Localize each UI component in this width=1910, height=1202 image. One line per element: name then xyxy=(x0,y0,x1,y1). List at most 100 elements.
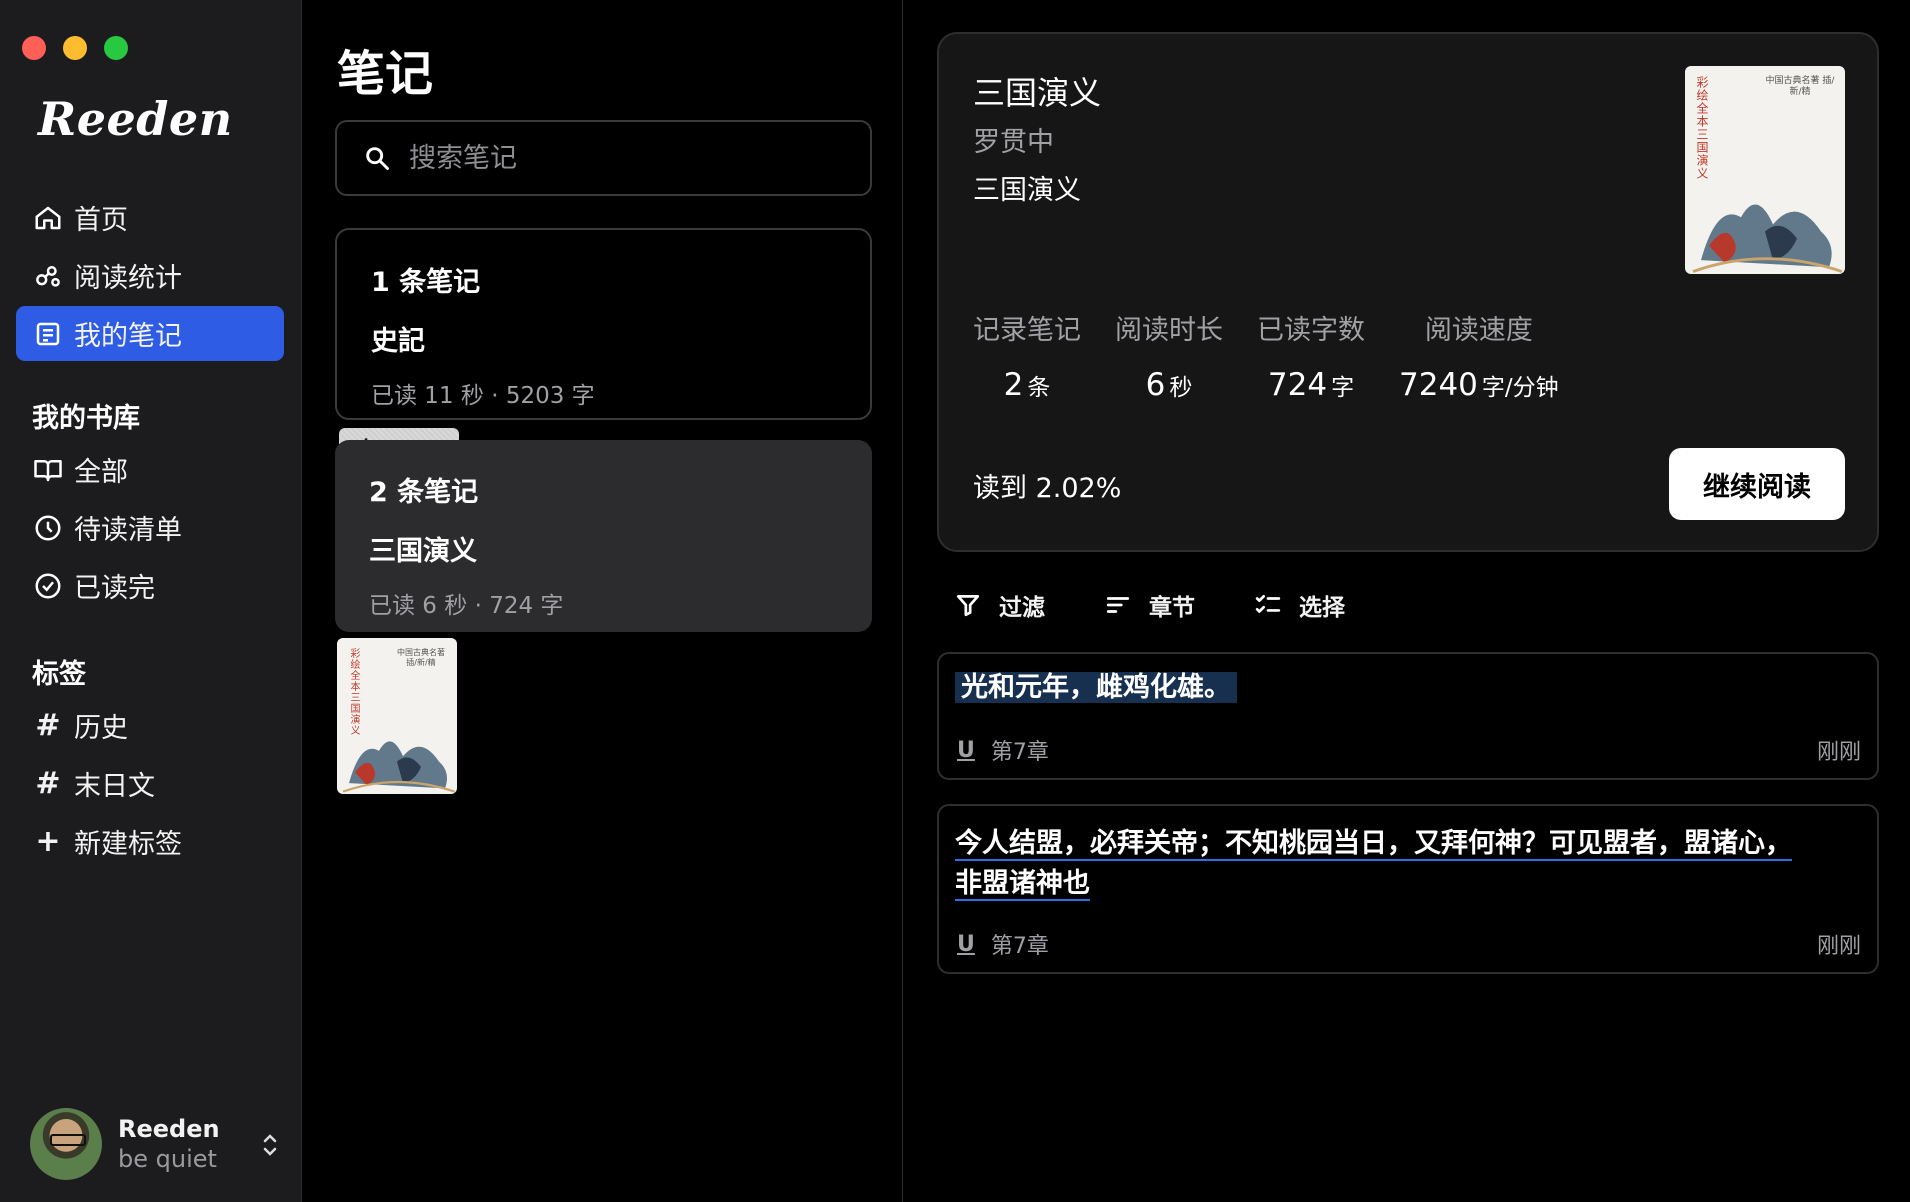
chevron-up-down-icon[interactable] xyxy=(260,1130,280,1160)
filter-label: 过滤 xyxy=(999,595,1045,621)
cover-illustration xyxy=(342,741,456,793)
underline-icon: U xyxy=(957,931,975,957)
notes-icon xyxy=(32,318,64,350)
library-item-label: 全部 xyxy=(74,457,128,488)
sidebar: Reeden 首页 阅读统计 我的笔记 我的书库 全部 待读清单 已读完 标签 … xyxy=(0,0,302,1202)
stat-label: 阅读速度 xyxy=(1424,315,1533,346)
new-tag-label: 新建标签 xyxy=(74,829,182,860)
note-item[interactable]: 今人结盟，必拜关帝；不知桃园当日，又拜何神？可见盟者，盟诸心， 非盟诸神也 U … xyxy=(937,804,1879,974)
library-item-label: 已读完 xyxy=(74,573,155,604)
note-time: 刚刚 xyxy=(1816,934,1861,959)
stats-icon xyxy=(32,260,64,292)
select-label: 选择 xyxy=(1299,595,1345,621)
note-count: 1 条笔记 xyxy=(371,267,481,298)
note-count: 2 条笔记 xyxy=(369,477,479,508)
read-meta: 已读 6 秒 · 724 字 xyxy=(369,593,564,619)
book-cover: 彩绘全本三国演义 中国古典名著 插/新/精 xyxy=(1685,66,1845,274)
avatar xyxy=(30,1108,102,1180)
cover-subtitle: 中国古典名著 插/新/精 xyxy=(1765,76,1835,97)
main-nav: 首页 阅读统计 我的笔记 xyxy=(16,190,284,364)
book-name: 三国演义 xyxy=(973,175,1081,206)
book-cover: 彩绘全本三国演义 中国古典名著 插/新/精 xyxy=(337,638,457,794)
chapter-label: 章节 xyxy=(1149,595,1195,621)
book-title: 三国演义 xyxy=(973,74,1102,112)
nav-item-notes[interactable]: 我的笔记 xyxy=(16,306,284,361)
window-controls xyxy=(22,36,128,60)
library-heading: 我的书库 xyxy=(32,403,140,434)
user-profile[interactable]: Reeden be quiet xyxy=(30,1108,280,1180)
home-icon xyxy=(32,202,64,234)
stat-unit: 字/分钟 xyxy=(1481,375,1559,401)
book-title: 三国演义 xyxy=(369,536,477,567)
select-button[interactable]: 选择 xyxy=(1255,588,1345,622)
user-name: Reeden xyxy=(118,1115,220,1143)
minimize-window-button[interactable] xyxy=(63,36,87,60)
book-open-icon xyxy=(32,454,64,486)
tags-heading: 标签 xyxy=(32,659,86,690)
tag-item-doomsday[interactable]: # 末日文 xyxy=(16,756,284,811)
tag-item-history[interactable]: # 历史 xyxy=(16,698,284,753)
new-tag-button[interactable]: + 新建标签 xyxy=(16,814,284,869)
sort-icon xyxy=(1106,597,1130,613)
stat-unit: 条 xyxy=(1027,375,1051,401)
stat-notes: 记录笔记 2条 xyxy=(973,308,1081,403)
search-input[interactable] xyxy=(409,142,849,174)
note-item[interactable]: 光和元年，雌鸡化雄。 U 第7章 刚刚 xyxy=(937,652,1879,780)
library-item-finished[interactable]: 已读完 xyxy=(16,558,284,613)
continue-reading-button[interactable]: 继续阅读 xyxy=(1669,448,1845,520)
chapter-sort-button[interactable]: 章节 xyxy=(1105,588,1195,622)
read-meta: 已读 11 秒 · 5203 字 xyxy=(371,383,595,409)
clock-icon xyxy=(32,512,64,544)
chapter-label: 第7章 xyxy=(990,934,1049,959)
stat-value: 7240 xyxy=(1399,367,1478,403)
book-summary-card: 三国演义 罗贯中 三国演义 彩绘全本三国演义 中国古典名著 插/新/精 记录笔记… xyxy=(937,32,1879,552)
note-book-card[interactable]: 1 条笔记 史記 已读 11 秒 · 5203 字 史記 xyxy=(335,228,872,584)
note-detail-panel: 三国演义 罗贯中 三国演义 彩绘全本三国演义 中国古典名著 插/新/精 记录笔记… xyxy=(903,0,1910,1202)
note-chapter: U 第7章 xyxy=(957,928,1049,960)
tags-nav: # 历史 # 末日文 + 新建标签 xyxy=(16,698,284,872)
reading-stats: 记录笔记 2条 阅读时长 6秒 已读字数 724 字 阅读速度 7240 字/分钟 xyxy=(973,308,1593,403)
filter-icon xyxy=(956,594,980,617)
filter-button[interactable]: 过滤 xyxy=(955,588,1045,622)
cover-illustration xyxy=(1692,204,1843,273)
stat-words: 已读字数 724 字 xyxy=(1257,308,1365,403)
note-chapter: U 第7章 xyxy=(957,734,1049,766)
nav-item-home[interactable]: 首页 xyxy=(16,190,284,245)
highlighted-text: 光和元年，雌鸡化雄。 xyxy=(955,672,1237,703)
underline-icon: U xyxy=(957,737,975,763)
app-logo: Reeden xyxy=(38,92,233,146)
zoom-window-button[interactable] xyxy=(104,36,128,60)
close-window-button[interactable] xyxy=(22,36,46,60)
library-nav: 全部 待读清单 已读完 xyxy=(16,442,284,616)
stat-unit: 秒 xyxy=(1169,375,1193,401)
hash-icon: # xyxy=(35,766,61,801)
notes-toolbar: 过滤 章节 选择 xyxy=(955,588,1405,622)
hash-icon: # xyxy=(35,708,61,743)
stat-unit: 字 xyxy=(1331,375,1355,401)
library-item-toread[interactable]: 待读清单 xyxy=(16,500,284,555)
stat-time: 阅读时长 6秒 xyxy=(1115,308,1223,403)
book-author: 罗贯中 xyxy=(973,127,1054,158)
stat-value: 6 xyxy=(1145,367,1166,403)
book-title: 史記 xyxy=(371,326,425,357)
plus-icon: + xyxy=(35,824,61,859)
note-time: 刚刚 xyxy=(1816,740,1861,765)
search-box[interactable] xyxy=(335,120,872,196)
chapter-label: 第7章 xyxy=(990,740,1049,765)
page-title: 笔记 xyxy=(337,46,434,102)
user-status: be quiet xyxy=(118,1145,217,1173)
nav-item-label: 首页 xyxy=(74,205,128,236)
library-item-all[interactable]: 全部 xyxy=(16,442,284,497)
stat-speed: 阅读速度 7240 字/分钟 xyxy=(1399,308,1559,403)
nav-item-stats[interactable]: 阅读统计 xyxy=(16,248,284,303)
stat-value: 724 xyxy=(1267,367,1328,403)
tag-item-label: 末日文 xyxy=(74,771,155,802)
notes-list-panel: 笔记 1 条笔记 史記 已读 11 秒 · 5203 字 史記 2 条笔记 三国… xyxy=(302,0,903,1202)
library-item-label: 待读清单 xyxy=(74,515,182,546)
underlined-text: 非盟诸神也 xyxy=(955,868,1090,901)
note-book-card[interactable]: 2 条笔记 三国演义 已读 6 秒 · 724 字 彩绘全本三国演义 中国古典名… xyxy=(335,440,872,794)
checklist-icon xyxy=(1255,594,1281,613)
note-text: 光和元年，雌鸡化雄。 xyxy=(955,668,1237,708)
underlined-text: 今人结盟，必拜关帝；不知桃园当日，又拜何神？可见盟者，盟诸心， xyxy=(955,828,1792,861)
nav-item-label: 我的笔记 xyxy=(74,321,182,352)
